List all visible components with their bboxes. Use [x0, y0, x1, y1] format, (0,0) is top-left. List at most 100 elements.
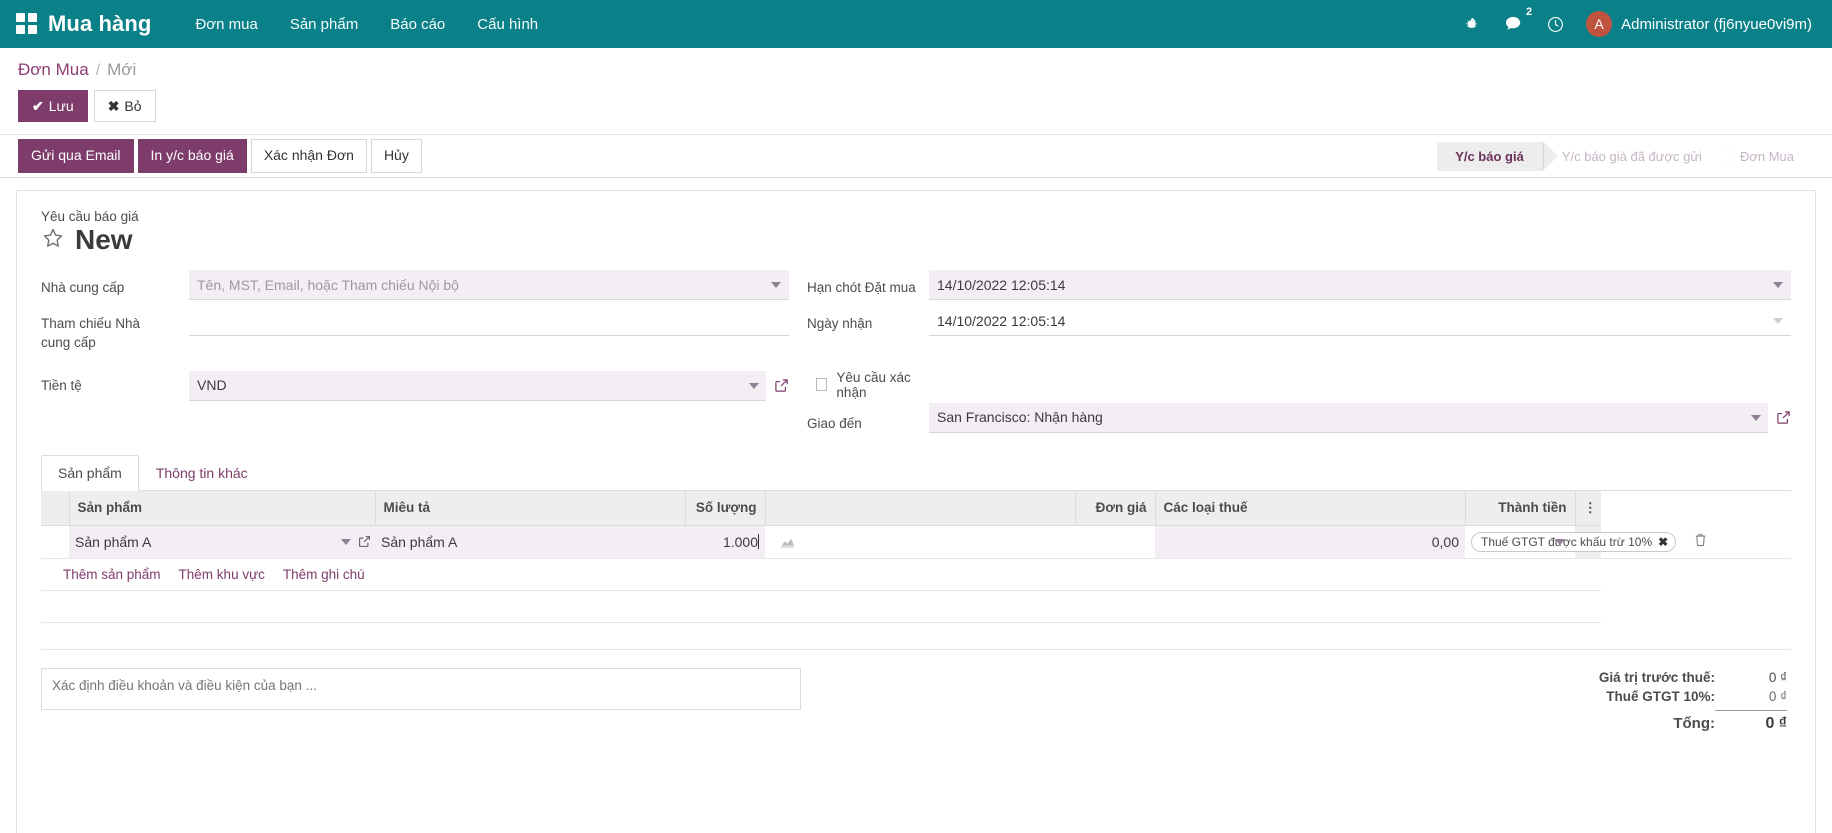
header-spacer	[765, 490, 1076, 526]
order-lines-table: Sản phẩm Miêu tả Số lượng Đơn giá Các lo…	[41, 490, 1791, 623]
status-step-rfq-sent[interactable]: Y/c báo giá đã được gửi	[1542, 141, 1736, 171]
save-button[interactable]: ✔ Lưu	[18, 90, 88, 123]
menu-item-reporting[interactable]: Báo cáo	[374, 2, 461, 47]
confirm-order-button[interactable]: Xác nhận Đơn	[250, 139, 367, 173]
total-grand-amount: 0 ₫	[1715, 709, 1787, 733]
check-icon: ✔	[32, 98, 44, 114]
header-taxes[interactable]: Các loại thuế	[1155, 490, 1466, 526]
cell-forecast	[765, 525, 1075, 559]
navbar-systray: 2 A Administrator (fj6nyue0vi9m)	[1454, 7, 1818, 41]
field-vendor-reference	[189, 306, 789, 342]
require-signature-label: Yêu cầu xác nhận	[836, 369, 911, 400]
total-tax-amount: 0 ₫	[1768, 688, 1787, 704]
label-currency: Tiền tệ	[41, 377, 82, 393]
tab-products[interactable]: Sản phẩm	[41, 454, 139, 491]
vendor-reference-input[interactable]	[189, 306, 789, 337]
activities-clock-icon[interactable]	[1535, 10, 1576, 39]
breadcrumb: Đơn Mua / Mới	[0, 48, 1832, 80]
header-subtotal[interactable]: Thành tiền	[1465, 490, 1576, 526]
cell-delete	[1601, 525, 1791, 559]
menu-item-purchase-orders[interactable]: Đơn mua	[179, 2, 273, 47]
cancel-button[interactable]: Hủy	[370, 139, 422, 173]
total-grand-row: Tổng: 0 ₫	[1491, 706, 1787, 735]
status-step-purchase-order[interactable]: Đơn Mua	[1720, 141, 1828, 171]
app-brand-title[interactable]: Mua hàng	[48, 11, 151, 37]
discard-button[interactable]: ✖ Bỏ	[93, 90, 156, 123]
field-receipt-date	[929, 306, 1791, 342]
print-rfq-button[interactable]: In y/c báo giá	[137, 139, 247, 173]
total-tax-row: Thuế GTGT 10%: 0 ₫	[1491, 687, 1787, 706]
record-type-label: Yêu cầu báo giá	[41, 209, 139, 225]
external-link-icon[interactable]	[774, 378, 789, 393]
receipt-date-input[interactable]	[929, 306, 1791, 337]
label-receipt-date: Ngày nhận	[807, 316, 873, 332]
totals-section: Giá trị trước thuế: 0 ₫ Thuế GTGT 10%: 0…	[1491, 668, 1791, 735]
footer-area: Giá trị trước thuế: 0 ₫ Thuế GTGT 10%: 0…	[41, 667, 1791, 735]
add-product-link[interactable]: Thêm sản phẩm	[63, 567, 161, 582]
add-note-link[interactable]: Thêm ghi chú	[283, 567, 365, 582]
trash-icon[interactable]	[1694, 533, 1707, 550]
status-action-bar: Gửi qua Email In y/c báo giá Xác nhận Đơ…	[0, 134, 1832, 179]
external-link-icon[interactable]	[1776, 410, 1791, 425]
cell-taxes: Thuế GTGT được khấu trừ 10% ✖	[1465, 525, 1677, 559]
header-quantity[interactable]: Số lượng	[685, 490, 766, 526]
cell-product	[69, 525, 375, 559]
require-signature-checkbox[interactable]	[816, 378, 828, 392]
text-cursor	[758, 534, 759, 550]
field-order-deadline	[929, 270, 1791, 306]
user-name-label: Administrator (fj6nyue0vi9m)	[1621, 15, 1812, 33]
table-header-row: Sản phẩm Miêu tả Số lượng Đơn giá Các lo…	[41, 490, 1791, 526]
header-unit-price[interactable]: Đơn giá	[1075, 490, 1156, 526]
x-icon: ✖	[107, 98, 120, 114]
deliver-to-input[interactable]	[929, 402, 1768, 433]
menu-item-configuration[interactable]: Cấu hình	[461, 2, 554, 47]
notebook-tabs: Sản phẩm Thông tin khác	[41, 454, 1791, 491]
vertical-dots-icon[interactable]: ⋮	[1575, 490, 1601, 526]
header-product[interactable]: Sản phẩm	[69, 490, 376, 526]
breadcrumb-separator: /	[95, 62, 101, 79]
terms-and-conditions-input[interactable]	[41, 667, 801, 710]
unit-price-input[interactable]	[1161, 533, 1459, 550]
record-title-row: New	[41, 226, 1791, 254]
save-button-label: Lưu	[48, 98, 74, 114]
description-input[interactable]	[381, 533, 679, 550]
workflow-buttons: Gửi qua Email In y/c báo giá Xác nhận Đơ…	[18, 139, 426, 173]
checkbox-cell: Yêu cầu xác nhận Giao đến	[789, 361, 929, 433]
external-link-icon[interactable]	[358, 535, 371, 548]
form-fields: Nhà cung cấp Hạn chót Đặt mua Tham chiếu…	[41, 270, 1791, 439]
area-chart-icon[interactable]	[780, 536, 795, 548]
add-section-link[interactable]: Thêm khu vực	[179, 567, 265, 582]
tab-other-information[interactable]: Thông tin khác	[139, 455, 265, 491]
top-navbar: Mua hàng Đơn mua Sản phẩm Báo cáo Cấu hì…	[0, 0, 1832, 48]
apps-grid-icon[interactable]	[16, 13, 38, 35]
star-outline-icon[interactable]	[41, 226, 65, 254]
menu-item-products[interactable]: Sản phẩm	[274, 2, 374, 47]
order-deadline-input[interactable]	[929, 270, 1791, 301]
field-deliver-to	[929, 361, 1791, 439]
send-by-email-button[interactable]: Gửi qua Email	[18, 139, 134, 173]
bug-icon[interactable]	[1454, 11, 1493, 38]
table-filler-row	[41, 590, 1791, 623]
total-untaxed-row: Giá trị trước thuế: 0 ₫	[1491, 668, 1787, 687]
total-tax-label: Thuế GTGT 10%:	[1606, 688, 1715, 704]
product-input[interactable]	[75, 533, 369, 550]
currency-input[interactable]	[189, 370, 766, 401]
messages-icon[interactable]: 2	[1493, 7, 1535, 38]
status-step-rfq[interactable]: Y/c báo giá	[1437, 141, 1558, 171]
cell-spacer	[1075, 525, 1155, 559]
breadcrumb-current: Mới	[107, 60, 137, 79]
cell-description	[375, 525, 685, 559]
label-vendor: Nhà cung cấp	[41, 280, 125, 296]
section-divider	[41, 648, 1791, 650]
user-menu[interactable]: A Administrator (fj6nyue0vi9m)	[1576, 7, 1818, 41]
quantity-input[interactable]	[691, 533, 759, 550]
form-view-container: Yêu cầu báo giá New Nhà cung cấp Hạn chó…	[0, 178, 1832, 833]
header-description[interactable]: Miêu tả	[375, 490, 686, 526]
terms-section	[41, 667, 801, 735]
field-vendor	[189, 270, 789, 306]
vendor-input[interactable]	[189, 270, 789, 301]
status-pipeline: Y/c báo giá Y/c báo giá đã được gửi Đơn …	[1437, 141, 1828, 171]
table-row: Thuế GTGT được khấu trừ 10% ✖ 0 ₫	[41, 525, 1791, 559]
cell-handle	[41, 525, 69, 559]
breadcrumb-root[interactable]: Đơn Mua	[18, 60, 89, 80]
